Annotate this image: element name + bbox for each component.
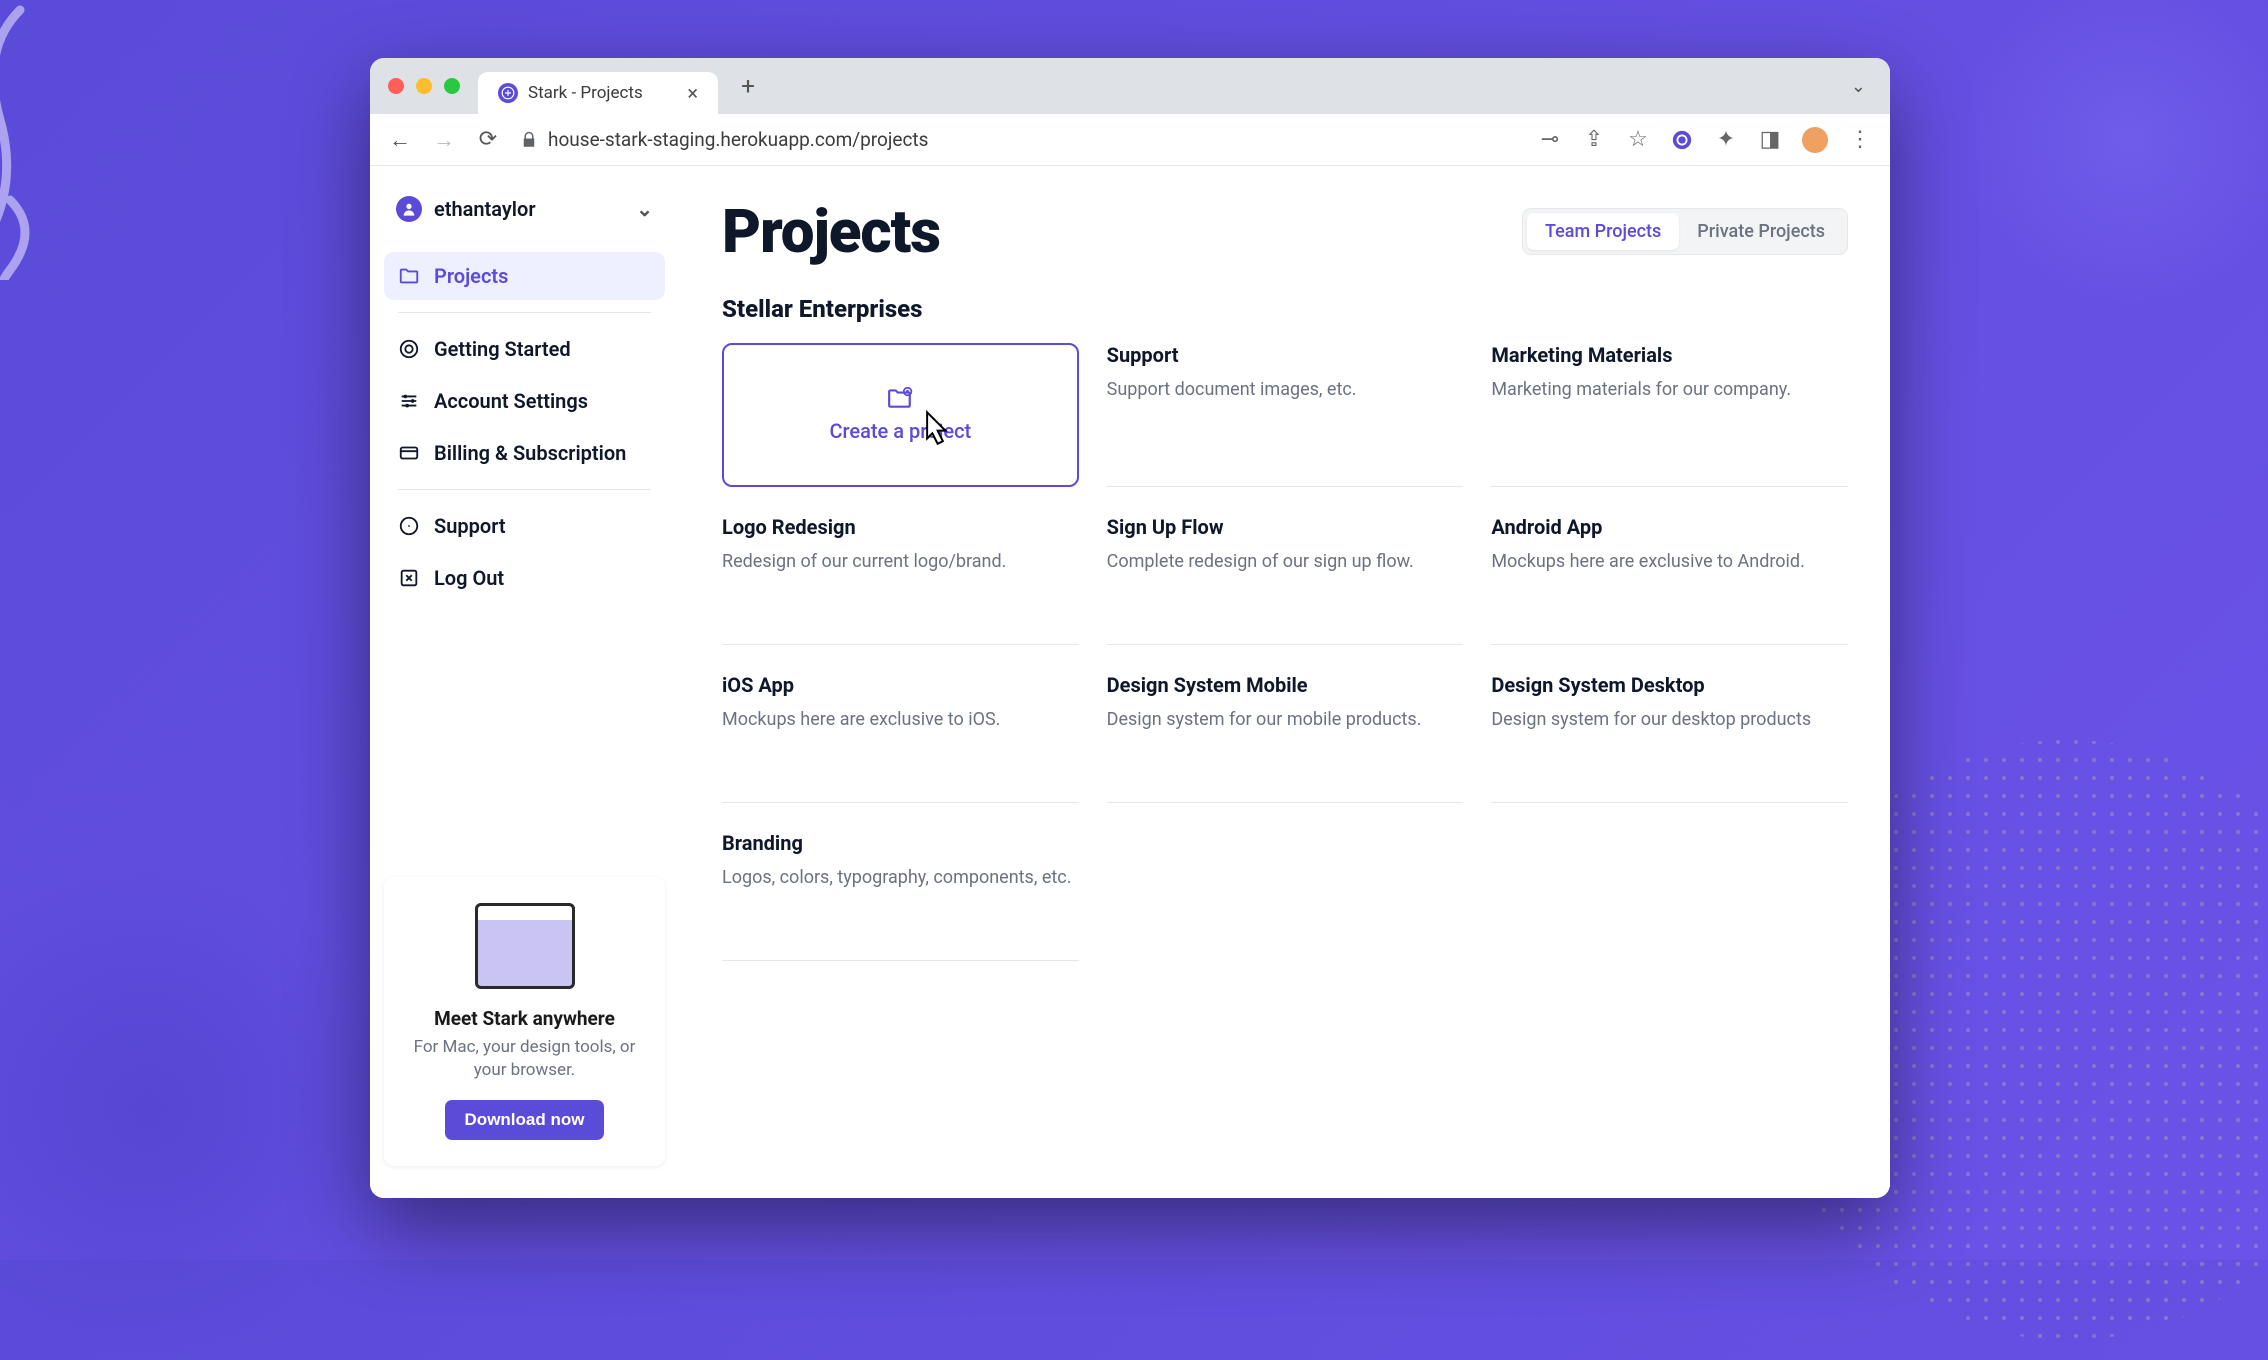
project-desc: Logos, colors, typography, components, e… (722, 865, 1079, 890)
credit-card-icon (398, 442, 420, 464)
decorative-scribble (0, 0, 340, 280)
section-title: Stellar Enterprises (722, 295, 1848, 323)
promo-title: Meet Stark anywhere (402, 1007, 647, 1030)
target-icon (398, 338, 420, 360)
project-scope-toggle: Team Projects Private Projects (1522, 208, 1848, 255)
project-title: iOS App (722, 673, 1079, 697)
sidebar-item-label: Account Settings (434, 389, 588, 413)
sidebar-item-billing[interactable]: Billing & Subscription (384, 429, 665, 477)
password-key-icon[interactable]: ⊸ (1538, 128, 1562, 152)
project-title: Design System Desktop (1491, 673, 1848, 697)
project-card[interactable]: Support Support document images, etc. (1107, 343, 1464, 487)
project-desc: Redesign of our current logo/brand. (722, 549, 1079, 574)
project-card[interactable]: Marketing Materials Marketing materials … (1491, 343, 1848, 487)
project-desc: Support document images, etc. (1107, 377, 1464, 402)
life-buoy-icon (398, 515, 420, 537)
tab-private-projects[interactable]: Private Projects (1679, 213, 1843, 250)
project-title: Marketing Materials (1491, 343, 1848, 367)
tab-team-projects[interactable]: Team Projects (1527, 213, 1679, 250)
browser-tab-bar: Stark - Projects × + ⌄ (370, 58, 1890, 114)
decorative-blob (0, 860, 400, 1360)
project-card[interactable]: Android App Mockups here are exclusive t… (1491, 515, 1848, 645)
project-title: Logo Redesign (722, 515, 1079, 539)
close-window-button[interactable] (388, 78, 404, 94)
project-title: Support (1107, 343, 1464, 367)
sidebar-divider (398, 312, 651, 313)
logout-icon (398, 567, 420, 589)
maximize-window-button[interactable] (444, 78, 460, 94)
sidebar-item-projects[interactable]: Projects (384, 252, 665, 300)
sidebar: ethantaylor ⌄ Projects Getting Started A… (370, 166, 680, 1198)
forward-button[interactable]: → (432, 128, 456, 152)
sidebar-item-account-settings[interactable]: Account Settings (384, 377, 665, 425)
user-avatar-icon (396, 196, 422, 222)
sidebar-item-label: Log Out (434, 566, 504, 590)
promo-text: For Mac, your design tools, or your brow… (402, 1036, 647, 1082)
username: ethantaylor (434, 197, 536, 221)
sidebar-divider (398, 489, 651, 490)
project-card[interactable]: Design System Mobile Design system for o… (1107, 673, 1464, 803)
download-now-button[interactable]: Download now (445, 1100, 605, 1140)
browser-tab[interactable]: Stark - Projects × (478, 72, 718, 114)
profile-avatar[interactable] (1802, 127, 1828, 153)
bookmark-star-icon[interactable]: ☆ (1626, 128, 1650, 152)
browser-window: Stark - Projects × + ⌄ ← → ⟳ house-stark… (370, 58, 1890, 1198)
kebab-menu-icon[interactable]: ⋮ (1848, 128, 1872, 152)
folder-icon (398, 265, 420, 287)
window-controls (388, 78, 460, 94)
back-button[interactable]: ← (388, 128, 412, 152)
sidebar-item-getting-started[interactable]: Getting Started (384, 325, 665, 373)
sidebar-item-label: Billing & Subscription (434, 441, 626, 465)
page-title: Projects (722, 196, 940, 267)
tab-title: Stark - Projects (528, 83, 643, 103)
sidebar-item-label: Projects (434, 264, 508, 288)
chevron-down-icon: ⌄ (636, 197, 653, 221)
project-desc: Mockups here are exclusive to Android. (1491, 549, 1848, 574)
create-project-label: Create a project (829, 419, 971, 443)
project-title: Design System Mobile (1107, 673, 1464, 697)
project-card[interactable]: iOS App Mockups here are exclusive to iO… (722, 673, 1079, 803)
side-panel-icon[interactable]: ◨ (1758, 128, 1782, 152)
sidebar-item-support[interactable]: Support (384, 502, 665, 550)
close-tab-icon[interactable]: × (687, 81, 698, 105)
share-icon[interactable]: ⇪ (1582, 128, 1606, 152)
promo-illustration (475, 903, 575, 989)
project-desc: Design system for our desktop products (1491, 707, 1848, 732)
extension-stark-icon[interactable] (1670, 128, 1694, 152)
user-menu[interactable]: ethantaylor ⌄ (384, 188, 665, 230)
sidebar-item-label: Getting Started (434, 337, 571, 361)
decorative-blob (1928, 0, 2268, 340)
project-title: Sign Up Flow (1107, 515, 1464, 539)
project-card[interactable]: Branding Logos, colors, typography, comp… (722, 831, 1079, 961)
project-title: Android App (1491, 515, 1848, 539)
stark-favicon (498, 83, 518, 103)
browser-address-bar: ← → ⟳ house-stark-staging.herokuapp.com/… (370, 114, 1890, 166)
promo-card: Meet Stark anywhere For Mac, your design… (384, 877, 665, 1166)
url-text: house-stark-staging.herokuapp.com/projec… (548, 128, 928, 151)
project-title: Branding (722, 831, 1079, 855)
project-desc: Mockups here are exclusive to iOS. (722, 707, 1079, 732)
sliders-icon (398, 390, 420, 412)
secure-lock-icon (520, 131, 538, 149)
create-project-card[interactable]: Create a project (722, 343, 1079, 487)
tabs-overflow-icon[interactable]: ⌄ (1851, 76, 1866, 97)
minimize-window-button[interactable] (416, 78, 432, 94)
project-card[interactable]: Sign Up Flow Complete redesign of our si… (1107, 515, 1464, 645)
extensions-puzzle-icon[interactable]: ✦ (1714, 128, 1738, 152)
projects-grid: Create a project Support Support documen… (722, 343, 1848, 961)
folder-plus-icon (887, 387, 913, 409)
project-desc: Marketing materials for our company. (1491, 377, 1848, 402)
project-desc: Design system for our mobile products. (1107, 707, 1464, 732)
project-card[interactable]: Logo Redesign Redesign of our current lo… (722, 515, 1079, 645)
app-content: ethantaylor ⌄ Projects Getting Started A… (370, 166, 1890, 1198)
project-card[interactable]: Design System Desktop Design system for … (1491, 673, 1848, 803)
sidebar-item-logout[interactable]: Log Out (384, 554, 665, 602)
reload-button[interactable]: ⟳ (476, 128, 500, 152)
sidebar-item-label: Support (434, 514, 506, 538)
main-content: Projects Team Projects Private Projects … (680, 166, 1890, 1198)
new-tab-button[interactable]: + (730, 68, 766, 104)
project-desc: Complete redesign of our sign up flow. (1107, 549, 1464, 574)
address-field[interactable]: house-stark-staging.herokuapp.com/projec… (520, 128, 928, 151)
